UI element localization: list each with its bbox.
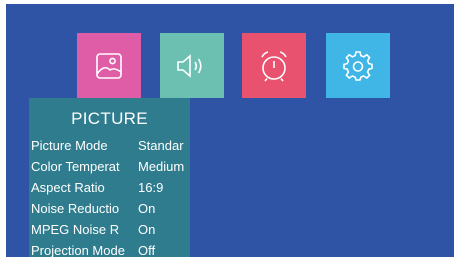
setting-row-picture-mode[interactable]: Picture Mode Standar <box>29 136 190 156</box>
tv-menu-screen: PICTURE Picture Mode Standar Color Tempe… <box>6 4 454 257</box>
timer-tile[interactable] <box>242 33 306 98</box>
image-icon <box>96 52 122 79</box>
sound-tile[interactable] <box>160 33 224 98</box>
setting-row-mpeg-noise-reduction[interactable]: MPEG Noise R On <box>29 220 190 240</box>
picture-settings-panel: PICTURE Picture Mode Standar Color Tempe… <box>29 98 190 257</box>
setting-value: On <box>138 222 156 237</box>
speaker-icon <box>177 53 202 78</box>
setting-label: Projection Mode <box>31 243 125 257</box>
setting-label: Color Temperat <box>31 159 120 174</box>
setting-label: Aspect Ratio <box>31 180 105 195</box>
setting-row-noise-reduction[interactable]: Noise Reductio On <box>29 199 190 219</box>
setting-label: Noise Reductio <box>31 201 120 216</box>
setting-row-color-temperature[interactable]: Color Temperat Medium <box>29 157 190 177</box>
setting-row-projection-mode[interactable]: Projection Mode Off <box>29 241 190 257</box>
setting-value: Standar <box>138 138 184 153</box>
setting-label: MPEG Noise R <box>31 222 120 237</box>
setting-value: Medium <box>138 159 185 174</box>
alarm-clock-icon <box>261 50 287 81</box>
setup-tile[interactable] <box>326 33 390 98</box>
setting-value: 16:9 <box>138 180 164 195</box>
panel-title: PICTURE <box>71 109 148 128</box>
picture-tile[interactable] <box>77 33 141 98</box>
setting-row-aspect-ratio[interactable]: Aspect Ratio 16:9 <box>29 178 190 198</box>
setting-value: Off <box>138 243 156 257</box>
setting-value: On <box>138 201 156 216</box>
gear-icon <box>343 50 373 81</box>
setting-label: Picture Mode <box>31 138 108 153</box>
